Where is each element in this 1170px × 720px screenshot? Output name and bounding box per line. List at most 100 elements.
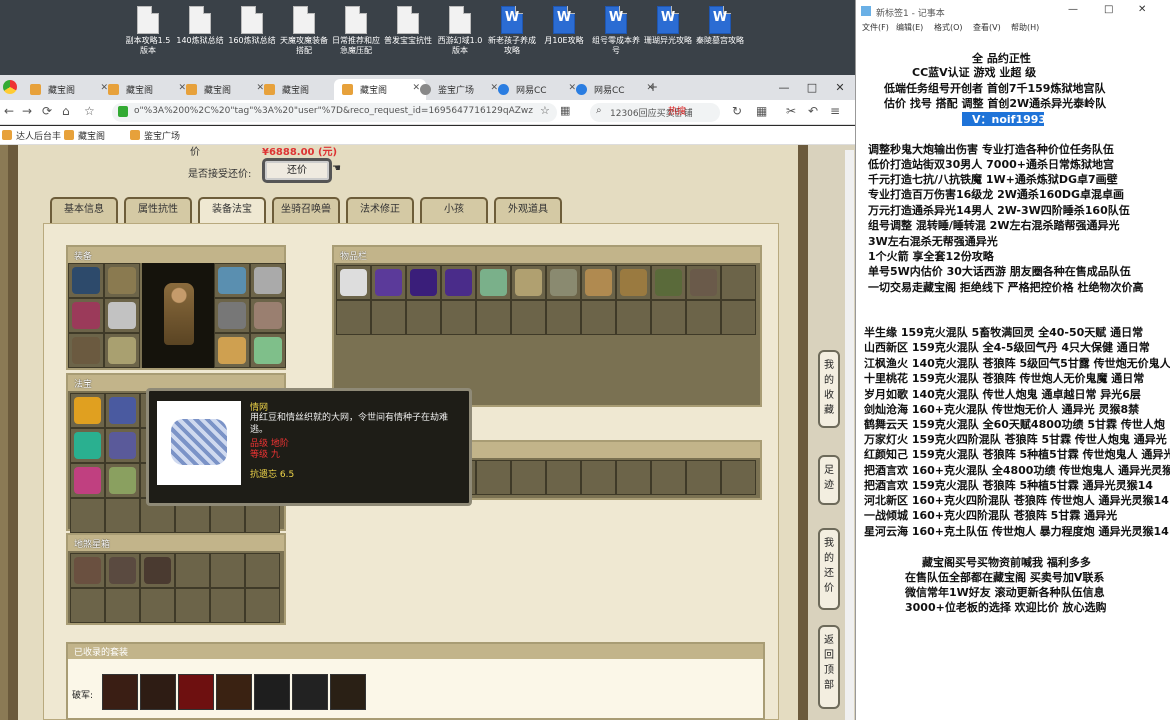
history-icon[interactable]: ↻ <box>732 104 742 118</box>
inventory-slot[interactable] <box>511 300 546 335</box>
ground-slot[interactable] <box>140 588 175 623</box>
hot-search-badge[interactable]: 热搜 <box>668 104 686 117</box>
ground-slot[interactable] <box>175 588 210 623</box>
menu-format[interactable]: 格式(O) <box>934 22 963 33</box>
forward-arrow-icon[interactable]: → <box>22 104 32 118</box>
desktop-file-icon[interactable]: 组号零成本养号 <box>590 6 642 56</box>
equip-slot[interactable] <box>68 333 104 368</box>
inventory-slot[interactable] <box>371 300 406 335</box>
back-arrow-icon[interactable]: ← <box>4 104 14 118</box>
tab-child[interactable]: 小孩 <box>420 197 488 223</box>
tab-equipment[interactable]: 装备法宝 <box>198 197 266 225</box>
minimize-button[interactable]: — <box>770 75 798 100</box>
ground-slot[interactable] <box>175 553 210 588</box>
notepad-close-button[interactable]: ✕ <box>1138 4 1146 15</box>
storage-slot[interactable] <box>616 460 651 495</box>
refresh-icon[interactable]: ⟳ <box>42 104 52 118</box>
equip-slot[interactable] <box>250 333 286 368</box>
storage-slot[interactable] <box>511 460 546 495</box>
inventory-slot[interactable] <box>616 265 651 300</box>
desktop-file-icon[interactable]: 160炼狱总结 <box>226 6 278 46</box>
inventory-slot[interactable] <box>546 300 581 335</box>
notepad-maximize-button[interactable]: □ <box>1104 4 1113 15</box>
fabao-slot[interactable] <box>105 463 140 498</box>
equip-slot[interactable] <box>68 298 104 333</box>
fabao-slot[interactable] <box>105 498 140 533</box>
page-scrollbar[interactable] <box>845 150 854 720</box>
desktop-file-icon[interactable]: 普发宝宝抗性 <box>382 6 434 46</box>
fabao-slot[interactable] <box>105 393 140 428</box>
my-bargains-button[interactable]: 我的还价 <box>818 528 840 610</box>
maximize-button[interactable]: □ <box>798 75 826 100</box>
desktop-file-icon[interactable]: 新老孩子养成攻略 <box>486 6 538 56</box>
equip-slot[interactable] <box>250 298 286 333</box>
home-icon[interactable]: ⌂ <box>62 104 70 118</box>
inventory-slot[interactable] <box>336 300 371 335</box>
tab-spells[interactable]: 法术修正 <box>346 197 414 223</box>
set-item-armor[interactable] <box>102 674 138 710</box>
inventory-slot[interactable] <box>651 300 686 335</box>
tab-cc-2[interactable]: 网易CC ✕ <box>568 79 660 100</box>
inventory-slot[interactable] <box>511 265 546 300</box>
desktop-file-icon[interactable]: 月10E攻略 <box>538 6 590 46</box>
ground-slot[interactable] <box>210 553 245 588</box>
storage-slot[interactable] <box>581 460 616 495</box>
back-to-top-button[interactable]: 返回顶部 <box>818 625 840 709</box>
ground-slot[interactable] <box>140 553 175 588</box>
equip-slot[interactable] <box>214 298 250 333</box>
desktop-file-icon[interactable]: 秦陵墓宫攻略 <box>694 6 746 46</box>
inventory-slot[interactable] <box>686 300 721 335</box>
inventory-slot[interactable] <box>721 265 756 300</box>
ground-slot[interactable] <box>245 588 280 623</box>
fabao-slot[interactable] <box>70 428 105 463</box>
footprint-button[interactable]: 足迹 <box>818 455 840 505</box>
bargain-button[interactable]: 还价 <box>262 158 332 183</box>
desktop-file-icon[interactable]: 副本攻略1.5版本 <box>122 6 174 56</box>
desktop-file-icon[interactable]: 珊瑚异光攻略 <box>642 6 694 46</box>
menu-edit[interactable]: 编辑(E) <box>896 22 923 33</box>
star-icon[interactable]: ☆ <box>84 104 95 118</box>
menu-icon[interactable]: ≡ <box>830 104 840 118</box>
equip-slot[interactable] <box>104 333 140 368</box>
storage-slot[interactable] <box>686 460 721 495</box>
fabao-slot[interactable] <box>70 393 105 428</box>
url-input[interactable]: o"%3A%200%2C%20"tag"%3A%20"user"%7D&reco… <box>112 103 557 122</box>
inventory-slot[interactable] <box>371 265 406 300</box>
set-item-helmet[interactable] <box>140 674 176 710</box>
desktop-file-icon[interactable]: 日常推荐和应急魔压配 <box>330 6 382 56</box>
scissors-icon[interactable]: ✂ <box>786 104 796 118</box>
fabao-slot[interactable] <box>105 428 140 463</box>
equip-slot[interactable] <box>68 263 104 298</box>
undo-icon[interactable]: ↶ <box>808 104 818 118</box>
storage-slot[interactable] <box>476 460 511 495</box>
notepad-minimize-button[interactable]: — <box>1068 4 1078 15</box>
inventory-slot[interactable] <box>721 300 756 335</box>
storage-slot[interactable] <box>721 460 756 495</box>
inventory-slot[interactable] <box>581 300 616 335</box>
new-tab-icon[interactable]: + <box>648 80 658 94</box>
tab-attributes[interactable]: 属性抗性 <box>124 197 192 223</box>
ground-slot[interactable] <box>70 588 105 623</box>
ground-slot[interactable] <box>245 553 280 588</box>
apps-icon[interactable]: ▦ <box>756 104 767 118</box>
menu-file[interactable]: 文件(F) <box>862 22 889 33</box>
close-window-button[interactable]: ✕ <box>826 75 854 100</box>
inventory-slot[interactable] <box>581 265 616 300</box>
equip-slot[interactable] <box>214 333 250 368</box>
ground-slot[interactable] <box>105 588 140 623</box>
tab-mounts[interactable]: 坐骑召唤兽 <box>272 197 340 223</box>
inventory-slot[interactable] <box>616 300 651 335</box>
inventory-slot[interactable] <box>406 265 441 300</box>
menu-view[interactable]: 查看(V) <box>973 22 1001 33</box>
inventory-slot[interactable] <box>441 300 476 335</box>
inventory-slot[interactable] <box>546 265 581 300</box>
inventory-slot[interactable] <box>336 265 371 300</box>
equip-slot[interactable] <box>250 263 286 298</box>
set-item-ring[interactable] <box>254 674 290 710</box>
equip-slot[interactable] <box>214 263 250 298</box>
bookmark-item[interactable]: 达人后台丰 <box>2 129 61 142</box>
desktop-file-icon[interactable]: 140炼狱总结 <box>174 6 226 46</box>
inventory-slot[interactable] <box>406 300 441 335</box>
equip-slot[interactable] <box>104 263 140 298</box>
equip-slot[interactable] <box>104 298 140 333</box>
